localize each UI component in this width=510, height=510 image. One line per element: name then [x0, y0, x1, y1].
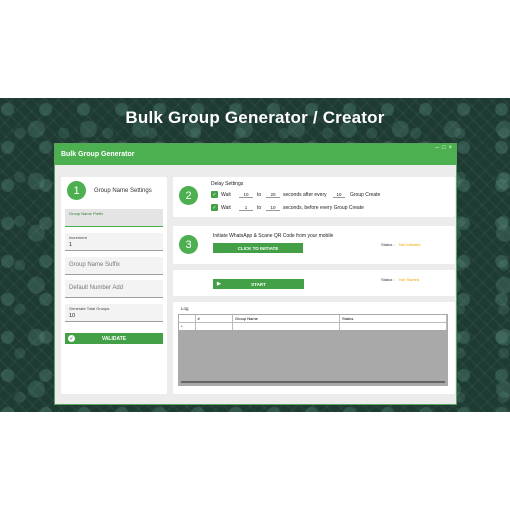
log-card: Log # Group Name Status * — [173, 302, 455, 394]
delay-row1-wait-label: Wait — [221, 192, 231, 198]
log-title: Log — [181, 306, 189, 311]
log-table-container[interactable]: # Group Name Status * — [178, 314, 448, 386]
play-icon: ▶ — [217, 281, 221, 287]
default-number-placeholder: Default Number Add — [69, 285, 124, 291]
start-status-value: Not Started — [399, 277, 420, 282]
delay-row1-from-input[interactable]: 10 — [239, 191, 253, 198]
group-name-settings-panel: 1 Group Name Settings Group Name Prefix … — [61, 177, 167, 394]
delay-row2-from-input[interactable]: 1 — [239, 204, 253, 211]
delay-row2-to-input[interactable]: 10 — [266, 204, 280, 211]
window-title: Bulk Group Generator — [61, 151, 135, 158]
table-cell[interactable] — [232, 322, 340, 330]
group-name-prefix-label: Group Name Prefix — [69, 211, 104, 216]
window-controls: – □ × — [436, 145, 452, 151]
delay-row1-to-label: to — [257, 192, 262, 198]
increment-field[interactable]: Increment 1 — [65, 233, 163, 251]
group-name-suffix-placeholder: Group Name Suffix — [69, 262, 120, 268]
step-3-badge: 3 — [179, 235, 198, 254]
start-button-label: START — [251, 281, 266, 287]
step-2-badge: 2 — [179, 186, 198, 205]
log-table: # Group Name Status * — [179, 315, 448, 330]
start-status-label: Status : — [381, 277, 395, 282]
delay-row2-checkbox[interactable]: ✓ — [211, 204, 218, 211]
start-button[interactable]: ▶ START — [213, 279, 304, 289]
close-icon[interactable]: × — [448, 145, 452, 151]
title-bar: Bulk Group Generator – □ × — [55, 144, 456, 165]
group-name-prefix-field[interactable]: Group Name Prefix — [65, 209, 163, 227]
minimize-icon[interactable]: – — [436, 145, 439, 151]
validate-button[interactable]: ✓ VALIDATE — [65, 333, 163, 344]
log-col-status[interactable]: Status — [339, 315, 448, 323]
log-col-empty — [179, 315, 196, 323]
step-1-badge: 1 — [67, 181, 86, 200]
table-cell[interactable] — [339, 322, 448, 330]
delay-row1-to-input[interactable]: 20 — [266, 191, 280, 198]
delay-row1-count-input[interactable]: 10 — [333, 191, 345, 198]
banner-title: Bulk Group Generator / Creator — [125, 108, 385, 127]
validate-label: VALIDATE — [101, 335, 127, 342]
app-window: Bulk Group Generator – □ × 1 Group Name … — [54, 143, 457, 405]
initiate-button-label: CLICK TO INITIATE — [237, 245, 279, 251]
maximize-icon[interactable]: □ — [442, 145, 446, 151]
initiate-instructions: Initiate WhatsApp & Scane QR Code from y… — [213, 233, 334, 239]
delay-settings-card: 2 Delay Settings ✓ Wait 10 to 20 seconds… — [173, 177, 455, 217]
log-header-row: # Group Name Status — [179, 315, 448, 323]
delay-row1-suffix-label: Group Create — [350, 192, 381, 198]
check-icon: ✓ — [68, 335, 75, 342]
total-groups-label: Generate Total Groups — [69, 306, 110, 311]
group-name-suffix-field[interactable]: Group Name Suffix — [65, 257, 163, 275]
total-groups-field[interactable]: Generate Total Groups 10 — [65, 304, 163, 322]
initiate-status-value: Not Initiated — [399, 242, 421, 247]
delay-row2-suffix-label: seconds, before every Group Create — [283, 205, 364, 211]
delay-row1-after-label: seconds after every — [283, 192, 327, 198]
group-name-settings-heading: Group Name Settings — [94, 188, 152, 194]
increment-value: 1 — [69, 242, 73, 248]
total-groups-value: 10 — [69, 313, 76, 319]
row-marker: * — [179, 322, 196, 330]
table-row[interactable]: * — [179, 322, 448, 330]
log-col-number[interactable]: # — [195, 315, 233, 323]
initiate-status-label: Status : — [381, 242, 395, 247]
table-cell[interactable] — [195, 322, 233, 330]
delay-settings-title: Delay Settings — [211, 181, 244, 187]
delay-row2-wait-label: Wait — [221, 205, 231, 211]
initiate-card: 3 Initiate WhatsApp & Scane QR Code from… — [173, 226, 455, 264]
default-number-field[interactable]: Default Number Add — [65, 280, 163, 298]
log-col-group-name[interactable]: Group Name — [232, 315, 340, 323]
delay-row1-checkbox[interactable]: ✓ — [211, 191, 218, 198]
delay-row2-to-label: to — [257, 205, 262, 211]
start-card: ▶ START Status : Not Started — [173, 270, 455, 296]
increment-label: Increment — [69, 235, 87, 240]
click-to-initiate-button[interactable]: CLICK TO INITIATE — [213, 243, 303, 253]
log-scrollbar[interactable] — [181, 381, 445, 383]
